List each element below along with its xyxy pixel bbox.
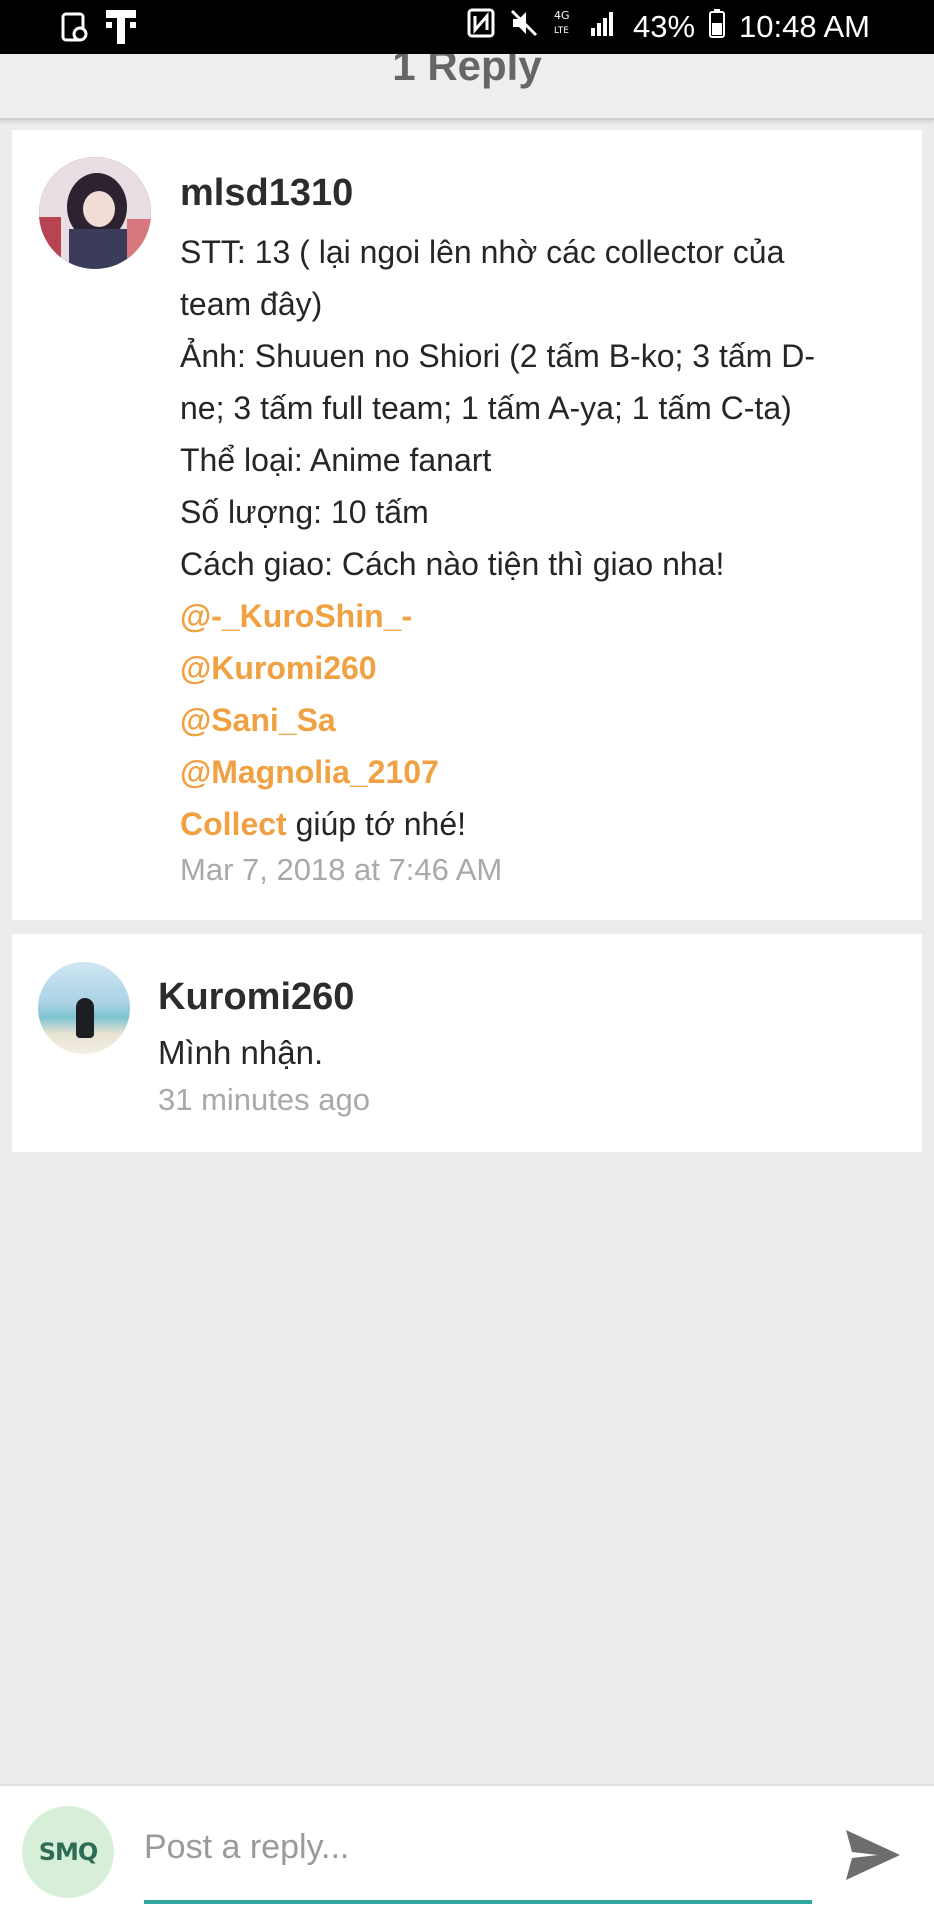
post-timestamp: Mar 7, 2018 at 7:46 AM xyxy=(180,852,503,887)
mention-link[interactable]: @-_KuroShin_- xyxy=(180,590,900,642)
post-line: ne; 3 tấm full team; 1 tấm A-ya; 1 tấm C… xyxy=(180,390,792,426)
reply-composer: SMQ xyxy=(0,1784,934,1922)
avatar[interactable] xyxy=(38,962,130,1054)
replies-header: 1 Reply xyxy=(0,54,934,120)
signal-icon xyxy=(589,8,619,46)
reply-username[interactable]: Kuromi260 xyxy=(158,976,354,1019)
post-line: Ảnh: Shuuen no Shiori (2 tấm B-ko; 3 tấm… xyxy=(180,338,815,374)
4g-lte-icon: 4G LTE xyxy=(553,7,575,47)
mention-link[interactable]: @Magnolia_2107 xyxy=(180,746,900,798)
nfc-icon xyxy=(467,8,495,46)
svg-text:LTE: LTE xyxy=(554,26,569,36)
avatar-figure xyxy=(76,998,94,1038)
reply-input[interactable] xyxy=(144,1816,812,1878)
input-underline xyxy=(144,1900,812,1904)
svg-text:4G: 4G xyxy=(554,9,570,22)
avatar-logo-text: SMQ xyxy=(38,1838,99,1866)
post-line: Cách giao: Cách nào tiện thì giao nha! xyxy=(180,546,725,582)
avatar[interactable] xyxy=(39,157,151,269)
reply-timestamp: 31 minutes ago xyxy=(158,1082,370,1117)
original-post-card: mlsd1310 STT: 13 ( lại ngoi lên nhờ các … xyxy=(12,130,922,920)
reply-text: Mình nhận. xyxy=(158,1034,324,1071)
post-body: STT: 13 ( lại ngoi lên nhờ các collector… xyxy=(180,226,900,850)
reply-card: Kuromi260 Mình nhận. 31 minutes ago xyxy=(12,934,922,1152)
media-icon xyxy=(60,10,90,49)
clock: 10:48 AM xyxy=(739,9,870,44)
status-right: 4G LTE 43% 10:48 AM xyxy=(467,0,870,54)
post-username[interactable]: mlsd1310 xyxy=(180,172,353,215)
battery-icon xyxy=(709,8,726,46)
collect-suffix: giúp tớ nhé! xyxy=(286,806,467,842)
send-icon xyxy=(846,1830,900,1880)
post-line: Thể loại: Anime fanart xyxy=(180,442,492,478)
collect-line: Collect giúp tớ nhé! xyxy=(180,798,900,850)
post-line: Số lượng: 10 tấm xyxy=(180,494,429,530)
mute-icon xyxy=(509,8,539,46)
battery-percent: 43% xyxy=(632,9,696,44)
page-title: 1 Reply xyxy=(392,54,542,89)
status-bar: 4G LTE 43% 10:48 AM xyxy=(0,0,934,54)
post-line: team đây) xyxy=(180,286,323,322)
tmobile-logo-icon xyxy=(104,8,138,51)
mention-link[interactable]: @Kuromi260 xyxy=(180,642,900,694)
status-left xyxy=(60,8,138,51)
post-line: STT: 13 ( lại ngoi lên nhờ các collector… xyxy=(180,234,785,270)
mention-link[interactable]: @Sani_Sa xyxy=(180,694,900,746)
current-user-avatar[interactable]: SMQ xyxy=(22,1806,114,1898)
collect-link[interactable]: Collect xyxy=(180,806,287,842)
avatar-anime-image xyxy=(39,157,151,269)
send-button[interactable] xyxy=(838,1820,908,1890)
